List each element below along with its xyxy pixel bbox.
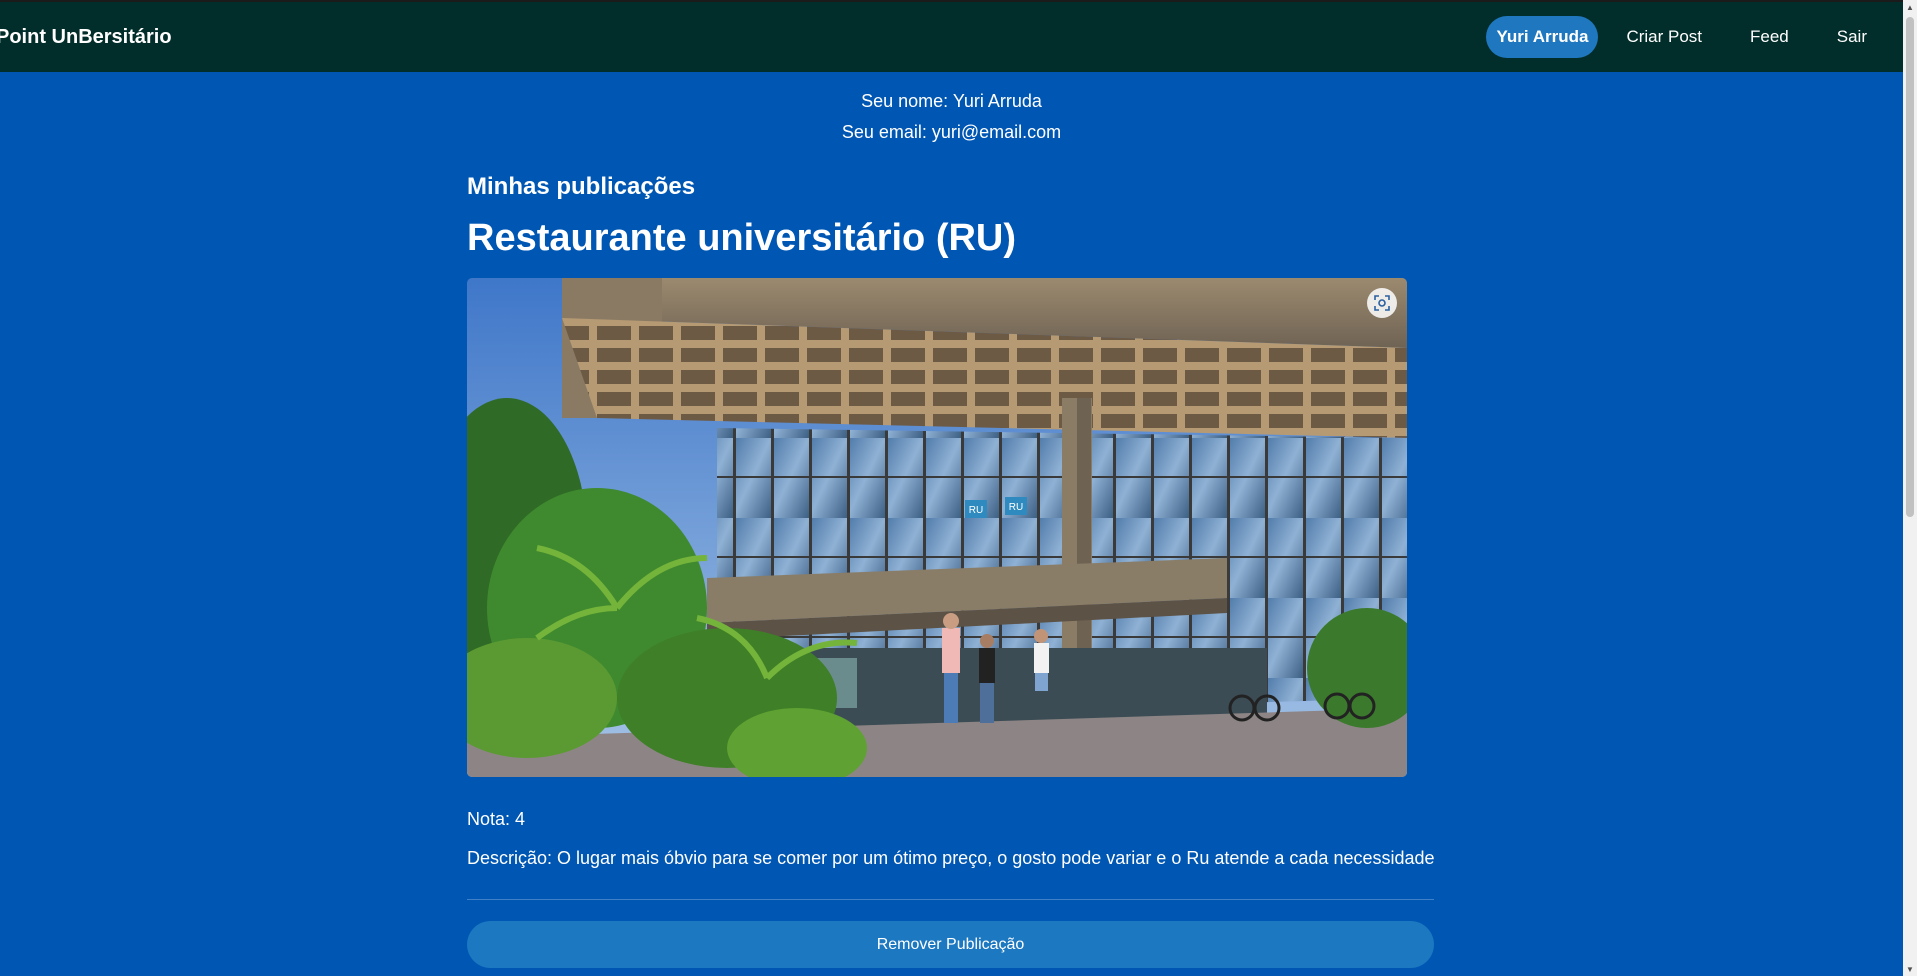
user-info: Seu nome: Yuri Arruda Seu email: yuri@em… bbox=[0, 86, 1903, 148]
section-title: Minhas publicações bbox=[467, 173, 696, 200]
image-search-icon[interactable] bbox=[1367, 288, 1397, 318]
posts-section: Minhas publicações Restaurante universit… bbox=[467, 172, 1435, 968]
nav-link-profile[interactable]: Yuri Arruda bbox=[1486, 16, 1599, 58]
nav-link-feed[interactable]: Feed bbox=[1730, 16, 1809, 58]
post-title: Restaurante universitário (RU) bbox=[467, 217, 1017, 259]
remove-post-button[interactable]: Remover Publicação bbox=[467, 921, 1434, 968]
user-email: Seu email: yuri@email.com bbox=[841, 122, 1062, 142]
post-rating: Nota: 4 bbox=[467, 809, 526, 829]
ru-sign-2: RU bbox=[1009, 502, 1023, 513]
navbar: Point UnBersitário Yuri Arruda Criar Pos… bbox=[0, 2, 1903, 72]
nav-link-create-post[interactable]: Criar Post bbox=[1606, 16, 1722, 58]
brand-logo-text[interactable]: Point UnBersitário bbox=[0, 26, 172, 49]
scrollbar[interactable]: ▲ ▼ bbox=[1903, 0, 1917, 976]
main-content: Seu nome: Yuri Arruda Seu email: yuri@em… bbox=[0, 72, 1903, 976]
scroll-up-arrow-icon[interactable]: ▲ bbox=[1903, 0, 1917, 14]
scrollbar-thumb[interactable] bbox=[1906, 17, 1914, 517]
nav-links: Yuri Arruda Criar Post Feed Sair bbox=[1486, 16, 1887, 58]
scroll-down-arrow-icon[interactable]: ▼ bbox=[1903, 962, 1917, 976]
post-photo: RU RU bbox=[467, 278, 1407, 777]
ru-sign-1: RU bbox=[969, 505, 983, 516]
post-description: Descrição: O lugar mais óbvio para se co… bbox=[467, 848, 1435, 868]
user-name: Seu nome: Yuri Arruda bbox=[861, 91, 1042, 111]
post-image: RU RU bbox=[467, 278, 1407, 777]
nav-link-logout[interactable]: Sair bbox=[1817, 16, 1887, 58]
lens-icon bbox=[1374, 295, 1390, 311]
divider bbox=[467, 899, 1434, 900]
